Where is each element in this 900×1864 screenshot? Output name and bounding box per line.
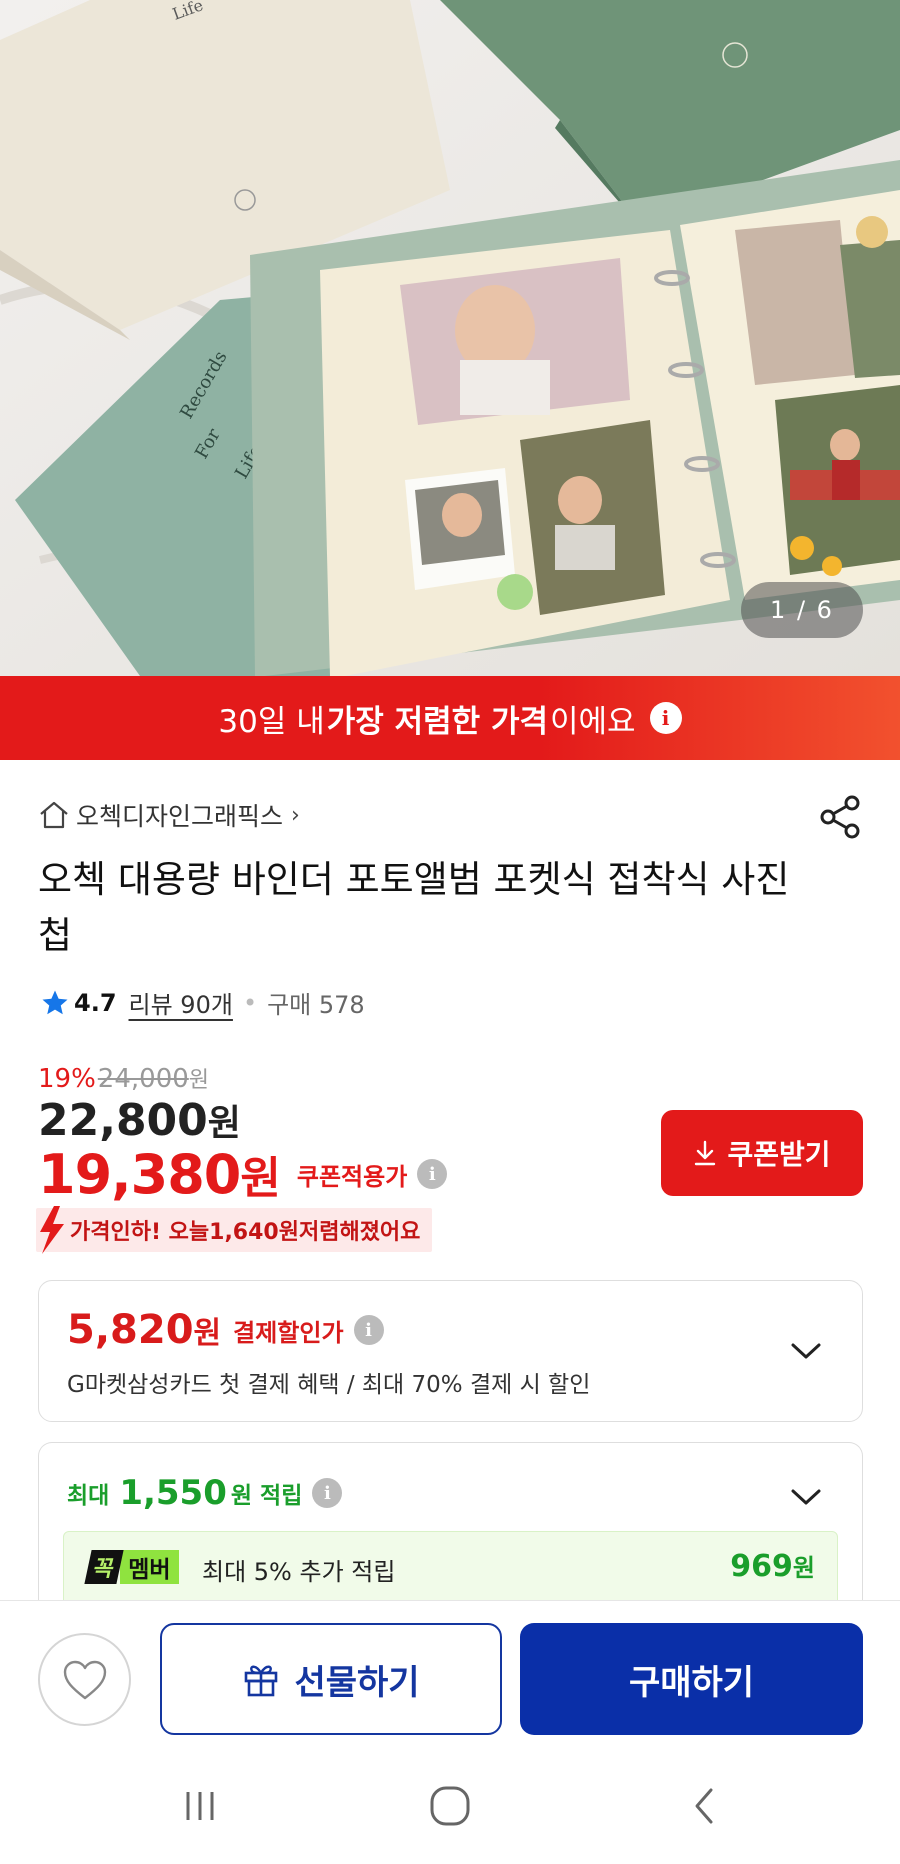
chevron-right-icon: › <box>291 802 300 828</box>
discount-percent: 19% <box>38 1064 96 1094</box>
chevron-down-icon[interactable] <box>790 1487 822 1507</box>
price-drop-text-2: 저렴해졌어요 <box>298 1220 421 1245</box>
rating-score: 4.7 <box>74 988 117 1017</box>
buy-button[interactable]: 구매하기 <box>520 1623 863 1735</box>
rating-row: 4.7 리뷰 90개 • 구매 578 <box>40 985 365 1020</box>
price-drop-text-1: 가격인하! 오늘 <box>70 1220 210 1245</box>
image-counter: 1 / 6 <box>741 582 863 638</box>
share-icon[interactable] <box>818 794 864 840</box>
points-amount: 1,550 <box>119 1473 227 1513</box>
buy-label: 구매하기 <box>628 1662 755 1703</box>
product-page: Life Records For Life 1 / 6 30일 내 가장 저렴한… <box>0 0 900 1864</box>
payment-info-icon[interactable]: i <box>353 1315 384 1345</box>
system-nav-bar <box>0 1750 900 1864</box>
member-points-text: 최대 5% 추가 적립 <box>202 1558 396 1586</box>
back-nav-button[interactable] <box>674 1780 734 1832</box>
payment-discount-label: 결제할인가 <box>233 1318 344 1347</box>
gift-label: 선물하기 <box>294 1662 420 1703</box>
banner-text-bold: 가장 저렴한 가격 <box>326 703 548 740</box>
star-icon <box>42 990 68 1014</box>
points-label: 적립 <box>260 1483 303 1509</box>
sale-price: 22,800원 <box>38 1094 241 1146</box>
banner-text-3: 이에요 <box>550 703 636 740</box>
payment-discount-line: 5,820 원 결제할인가 i <box>67 1307 384 1353</box>
member-points-won: 원 <box>792 1554 815 1582</box>
price-drop-badge: 가격인하! 오늘 1,640원 저렴해졌어요 <box>36 1206 433 1254</box>
price-drop-arrow-icon <box>40 1206 64 1254</box>
bottom-action-bar: 선물하기 구매하기 <box>0 1600 900 1750</box>
coupon-price-won: 원 <box>240 1153 281 1204</box>
points-line: 최대 1,550 원 적립 i <box>67 1473 343 1513</box>
wishlist-button[interactable] <box>38 1633 131 1726</box>
store-link[interactable]: 오첵디자인그래픽스 › <box>38 798 300 832</box>
discount-row: 19% 24,000 원 <box>38 1062 209 1094</box>
recent-apps-icon <box>186 1792 214 1820</box>
review-count-link[interactable]: 리뷰 90개 <box>129 985 233 1020</box>
get-coupon-button[interactable]: 쿠폰받기 <box>661 1110 863 1196</box>
member-badge-k: 꼭 <box>84 1550 124 1584</box>
product-title: 오첵 대용량 바인더 포토앨범 포켓식 접착식 사진첩 <box>38 858 790 957</box>
home-icon <box>40 801 68 829</box>
payment-discount-won: 원 <box>193 1316 222 1351</box>
back-icon <box>695 1788 713 1824</box>
price-drop-amount: 1,640원 <box>209 1220 299 1245</box>
payment-discount-amount: 5,820 <box>67 1307 194 1353</box>
get-coupon-label: 쿠폰받기 <box>727 1138 831 1171</box>
home-circle-icon <box>430 1786 470 1826</box>
sale-price-won: 원 <box>207 1103 241 1144</box>
chevron-down-icon[interactable] <box>790 1341 822 1361</box>
home-nav-button[interactable] <box>420 1780 480 1832</box>
lowest-price-banner: 30일 내 가장 저렴한 가격 이에요 i <box>0 676 900 760</box>
sale-price-value: 22,800 <box>38 1095 208 1146</box>
payment-discount-desc: G마켓삼성카드 첫 결제 혜택 / 최대 70% 결제 시 할인 <box>67 1372 591 1398</box>
original-price-won: 원 <box>188 1068 210 1093</box>
points-info-icon[interactable]: i <box>312 1478 343 1508</box>
gift-icon <box>245 1665 278 1697</box>
gift-button[interactable]: 선물하기 <box>160 1623 502 1735</box>
separator-dot: • <box>242 988 258 1017</box>
store-name: 오첵디자인그래픽스 <box>76 802 284 831</box>
heart-icon <box>63 1660 106 1699</box>
recent-apps-button[interactable] <box>170 1780 230 1832</box>
points-prefix: 최대 <box>67 1483 110 1509</box>
banner-info-icon[interactable]: i <box>649 702 682 734</box>
original-price: 24,000 <box>97 1064 189 1094</box>
download-icon <box>695 1140 716 1166</box>
member-badge-m: 멤버 <box>120 1550 179 1584</box>
purchase-count: 구매 578 <box>267 991 365 1019</box>
payment-discount-card[interactable]: 5,820 원 결제할인가 i G마켓삼성카드 첫 결제 혜택 / 최대 70%… <box>38 1280 863 1422</box>
member-points-value: 969 <box>730 1549 793 1584</box>
points-won: 원 <box>230 1483 253 1509</box>
member-badge: 꼭 멤버 <box>84 1550 179 1584</box>
coupon-price-value: 19,380 <box>38 1142 241 1206</box>
banner-text-1: 30일 내 <box>218 703 325 740</box>
coupon-price-label: 쿠폰적용가 <box>296 1162 408 1191</box>
coupon-price: 19,380 원 쿠폰적용가 i <box>38 1142 448 1206</box>
product-photo: Life Records For Life <box>0 0 900 676</box>
product-image-carousel[interactable]: Life Records For Life 1 / 6 <box>0 0 900 676</box>
coupon-info-icon[interactable]: i <box>417 1159 448 1189</box>
member-points-amount: 969원 <box>730 1548 815 1584</box>
